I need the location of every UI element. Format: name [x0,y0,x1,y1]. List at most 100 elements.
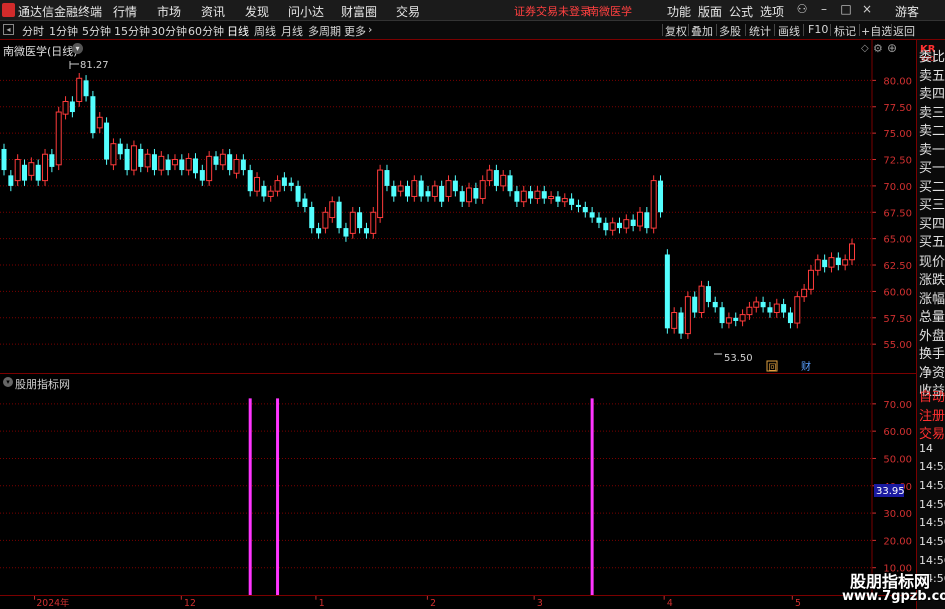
tool-overlay[interactable]: 叠加 [691,23,713,39]
candle-body-up [14,159,21,182]
candle-body-up [849,243,855,261]
chart-title-dropdown-icon[interactable]: ▾ [72,43,83,54]
tool-multi-stock[interactable]: 多股 [719,23,741,39]
quote-label: 外盘 [919,328,945,344]
period-weekly[interactable]: 周线 [254,23,276,39]
candle-body-up [479,180,486,200]
candle-body-up [609,222,616,231]
quote-label: 卖一 [919,142,945,158]
candle-body-up [650,180,657,229]
candle-body-up [370,211,377,234]
candle-body-down [692,296,698,313]
period-15min[interactable]: 15分钟 [114,23,150,39]
menu-ask[interactable]: 问小达 [288,3,324,20]
period-timeshare[interactable]: 分时 [22,23,44,39]
quote-label: 买五 [919,235,945,250]
period-monthly[interactable]: 月线 [281,23,303,39]
tool-f10[interactable]: F10 [808,23,828,36]
close-icon[interactable]: × [859,2,875,16]
candle-body-down [22,164,28,181]
candle-body-up [349,211,356,234]
toolbar-divider [830,24,831,36]
candle-body-up [520,190,527,203]
period-30min[interactable]: 30分钟 [151,23,187,39]
date-ticks: 2024年 12 1 2 3 4 5 [34,596,801,609]
period-1min[interactable]: 1分钟 [49,23,78,39]
toolbar-divider [859,24,860,36]
date-label: 1 [319,598,325,609]
candle-body-up [548,195,555,200]
high-marker-label: 81.27 [80,60,109,71]
candle-body-down [117,143,123,155]
candle-body-down [281,177,287,186]
chart-title: 南微医学(日线) [3,45,78,58]
tool-add-watchlist[interactable]: +自选 [861,23,892,39]
app-logo-icon [2,3,15,17]
date-label: 2024年 [36,597,69,609]
candle-body-up [466,187,473,203]
price-tick-label: 55.00 [883,340,912,351]
maximize-icon[interactable]: □ [838,2,854,16]
tool-back[interactable]: 返回 [893,23,915,39]
price-tick-label: 62.50 [883,261,912,272]
menu-news[interactable]: 资讯 [201,3,225,20]
chart-close-icon[interactable]: ◇ [861,43,869,54]
period-5min[interactable]: 5分钟 [82,23,111,39]
candlestick-chart[interactable]: 80.00 77.50 75.00 72.50 70.00 67.50 65.00 62.50… [0,40,916,373]
price-tick-label: 60.00 [883,287,912,298]
quote-label: 买二 [919,179,945,195]
indicator-tick-label: 50.00 [883,454,912,465]
menu-discover[interactable]: 发现 [245,3,269,20]
menu-formula[interactable]: 公式 [729,3,753,20]
candle-body-up [76,77,83,102]
more-chevron-icon[interactable]: › [368,23,372,36]
candle-body-down [555,196,561,202]
tool-stats[interactable]: 统计 [749,23,771,39]
period-multi[interactable]: 多周期 [308,23,341,39]
price-grid [0,79,872,345]
settings-window-icon[interactable]: ⚇ [794,2,810,16]
period-60min[interactable]: 60分钟 [188,23,224,39]
period-daily[interactable]: 日线 [227,23,249,39]
menu-quotes[interactable]: 行情 [113,3,137,20]
date-label: 2 [430,598,436,609]
login-status[interactable]: 证券交易未登录 [514,3,591,19]
collapse-icon[interactable]: ◂ [3,24,14,35]
candle-body-down [227,154,233,171]
candle-body-down [760,301,766,308]
menu-wealth[interactable]: 财富圈 [341,3,377,20]
menu-layout[interactable]: 版面 [698,3,722,20]
menu-function[interactable]: 功能 [667,3,691,20]
toolbar-divider [774,24,775,36]
minimize-icon[interactable]: – [816,2,832,16]
period-more[interactable]: 更多 [344,23,366,39]
candle-body-up [158,155,165,171]
finance-event-icon[interactable]: 财 [801,360,811,373]
tool-adjust[interactable]: 复权 [665,23,687,39]
candle-body-up [411,180,418,197]
tool-draw[interactable]: 画线 [778,23,800,39]
menu-options[interactable]: 选项 [760,3,784,20]
candle-body-down [240,159,246,171]
indicator-current-value: 33.95 [876,486,905,497]
candle-body-up [185,157,192,171]
quote-label: 涨跌 [919,273,945,288]
candle-body-up [130,145,137,171]
guest-label[interactable]: 游客 [895,3,919,20]
candle-body-up [807,269,814,290]
indicator-dropdown-icon[interactable]: ▾ [3,377,13,387]
quote-label: 现价 [919,254,945,270]
candle-body-down [8,175,14,186]
quote-label: 交易 [919,427,945,442]
candle-body-down [295,185,301,202]
chart-gear-icon[interactable]: ⚙ [873,42,883,55]
menu-market[interactable]: 市场 [157,3,181,20]
quote-label: 卖五 [919,68,945,84]
candle-body-up [110,143,117,166]
chart-add-icon[interactable]: ⊕ [887,41,897,55]
tool-mark[interactable]: 标记 [834,23,856,39]
repurchase-event-label[interactable]: 回 [769,363,777,372]
indicator-chart[interactable]: 70.0060.0050.0040.0030.0020.0010.00 33.9… [0,374,916,595]
candle-body-up [842,259,849,266]
menu-trade[interactable]: 交易 [396,3,420,20]
